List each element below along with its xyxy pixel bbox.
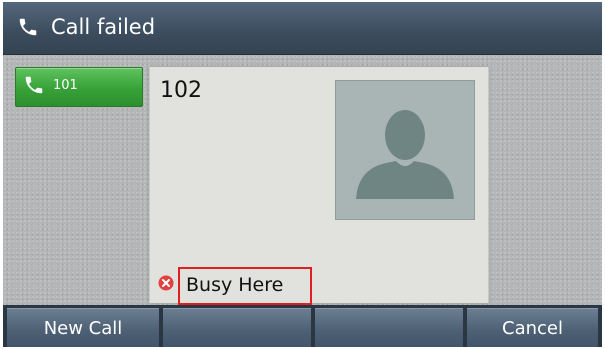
contact-avatar	[335, 80, 475, 220]
phone-screen: Call failed 101 102 Busy Here New Call C…	[3, 2, 602, 347]
cancel-button[interactable]: Cancel	[467, 308, 598, 347]
status-text: Busy Here	[186, 274, 284, 296]
line-key-101[interactable]: 101	[15, 67, 143, 107]
softkey-2-button[interactable]	[163, 308, 311, 347]
line-key-label: 101	[53, 78, 78, 93]
softkey-3-button[interactable]	[315, 308, 463, 347]
call-screen: 101 102 Busy Here	[3, 55, 602, 305]
error-x-icon	[158, 275, 174, 291]
call-info-panel: 102 Busy Here	[149, 67, 489, 305]
person-silhouette-icon	[356, 110, 454, 199]
title-bar: Call failed	[3, 2, 602, 55]
phone-handset-icon	[19, 18, 37, 36]
softkey-bar: New Call Cancel	[3, 305, 602, 347]
page-title: Call failed	[51, 15, 156, 39]
new-call-button[interactable]: New Call	[7, 308, 159, 347]
phone-handset-icon	[25, 76, 43, 94]
remote-party-number: 102	[160, 78, 202, 103]
